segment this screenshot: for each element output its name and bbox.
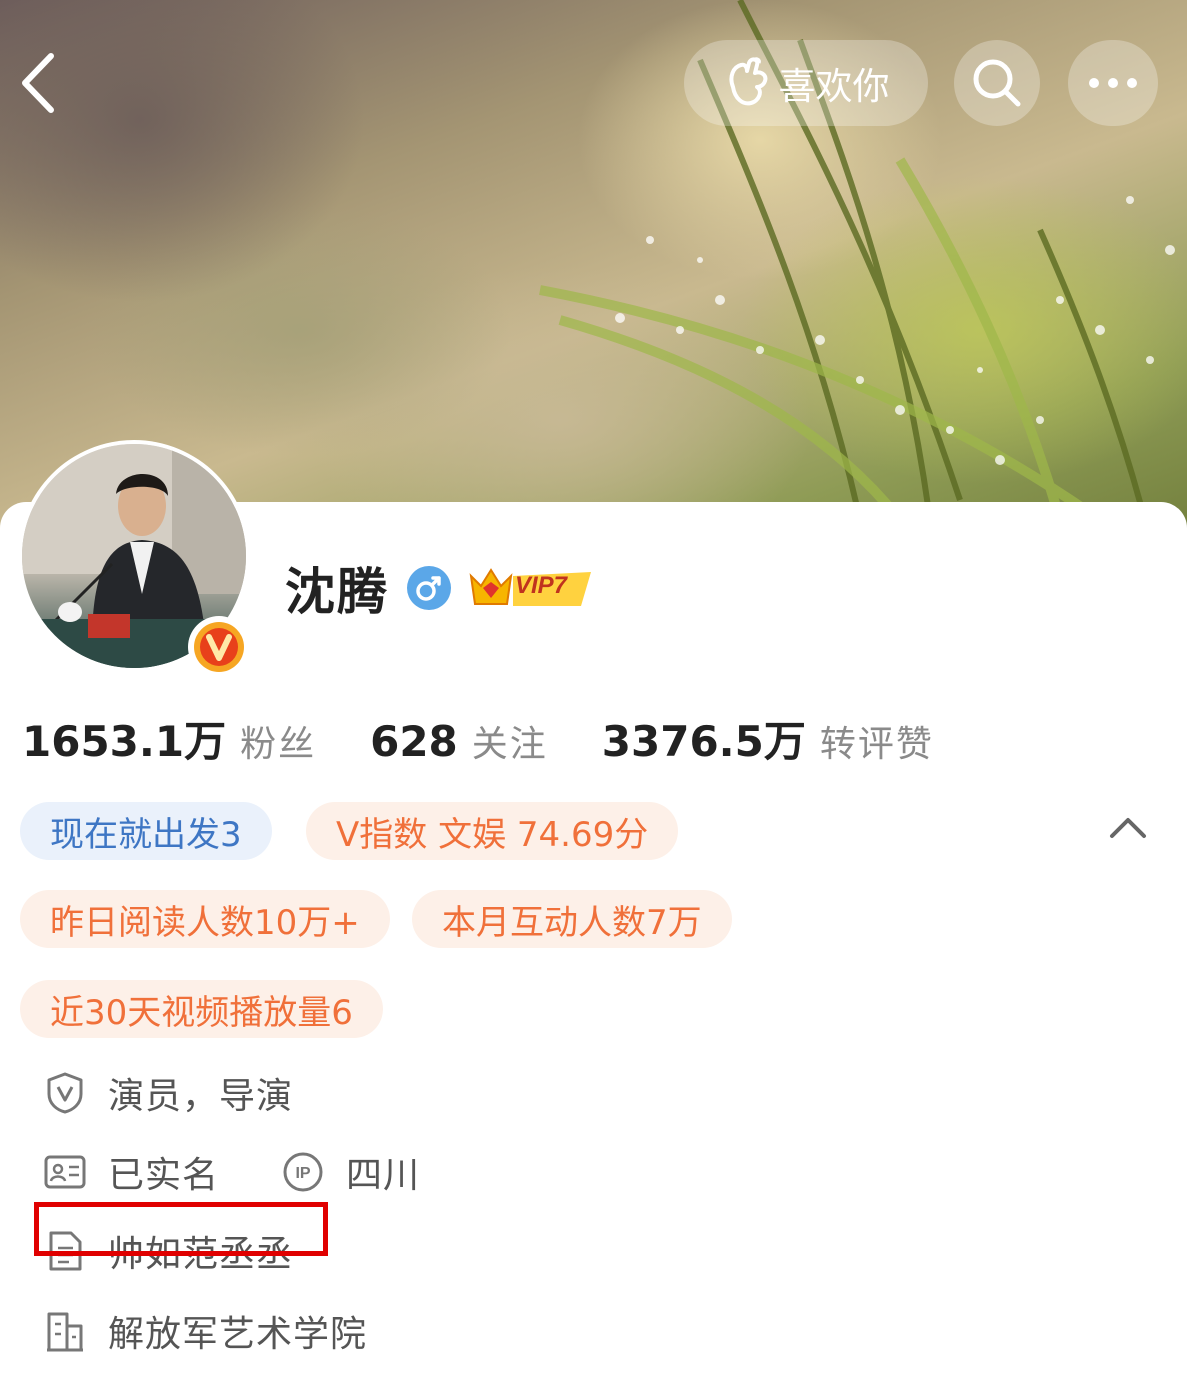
vip-badge[interactable]: VIP7 <box>469 562 599 614</box>
back-button[interactable] <box>12 48 62 118</box>
school-text: 解放军艺术学院 <box>108 1314 368 1355</box>
profile-name: 沈腾 <box>285 563 389 621</box>
tag-v-index[interactable]: V指数 文娱 74.69分 <box>306 802 679 860</box>
info-ip-location: IP 四川 <box>282 1145 420 1199</box>
info-real-name: 已实名 <box>44 1145 219 1199</box>
search-icon <box>973 59 1021 107</box>
name-row: 沈腾 VIP7 <box>285 556 599 621</box>
tag-interactions[interactable]: 本月互动人数7万 <box>412 890 732 948</box>
stat-followers[interactable]: 1653.1万 粉丝 <box>22 708 316 769</box>
v-verified-icon <box>194 622 244 672</box>
chevron-up-icon[interactable] <box>1108 812 1148 842</box>
stat-value: 1653.1万 <box>22 717 227 766</box>
stat-value: 628 <box>370 717 458 766</box>
stat-value: 3376.5万 <box>601 717 806 766</box>
like-you-button[interactable]: 喜欢你 <box>684 40 928 126</box>
male-gender-icon <box>407 566 451 610</box>
ip-location-text: 四川 <box>346 1155 421 1196</box>
tag-show[interactable]: 现在就出发3 <box>20 802 272 860</box>
real-name-text: 已实名 <box>108 1155 220 1196</box>
more-button[interactable] <box>1068 40 1158 126</box>
stat-following[interactable]: 628 关注 <box>370 715 548 767</box>
stat-label: 转评赞 <box>819 724 934 765</box>
stat-label: 粉丝 <box>240 724 317 765</box>
tag-reads[interactable]: 昨日阅读人数10万+ <box>20 890 390 948</box>
more-dots-icon <box>1089 78 1137 88</box>
chevron-left-icon <box>22 53 54 113</box>
stat-reposts-comments-likes[interactable]: 3376.5万 转评赞 <box>602 708 934 769</box>
svg-text:IP: IP <box>295 1165 310 1182</box>
stat-label: 关注 <box>471 724 548 765</box>
verification-text: 演员，导演 <box>108 1076 294 1117</box>
highlight-annotation-box <box>34 1202 328 1256</box>
ip-icon: IP <box>282 1151 324 1193</box>
tag-video-plays[interactable]: 近30天视频播放量6 <box>20 980 383 1038</box>
info-school: 解放军艺术学院 <box>44 1304 367 1358</box>
id-card-icon <box>44 1151 86 1193</box>
verified-badge <box>188 616 250 678</box>
search-button[interactable] <box>954 40 1040 126</box>
vip-label: VIP7 <box>515 572 568 599</box>
stats-row: 1653.1万 粉丝 628 关注 3376.5万 转评赞 <box>22 708 988 768</box>
finger-heart-icon <box>728 57 767 106</box>
school-building-icon <box>44 1310 86 1352</box>
info-verification: 演员，导演 <box>44 1066 293 1120</box>
shield-v-icon <box>44 1072 86 1114</box>
like-you-label: 喜欢你 <box>778 65 890 108</box>
